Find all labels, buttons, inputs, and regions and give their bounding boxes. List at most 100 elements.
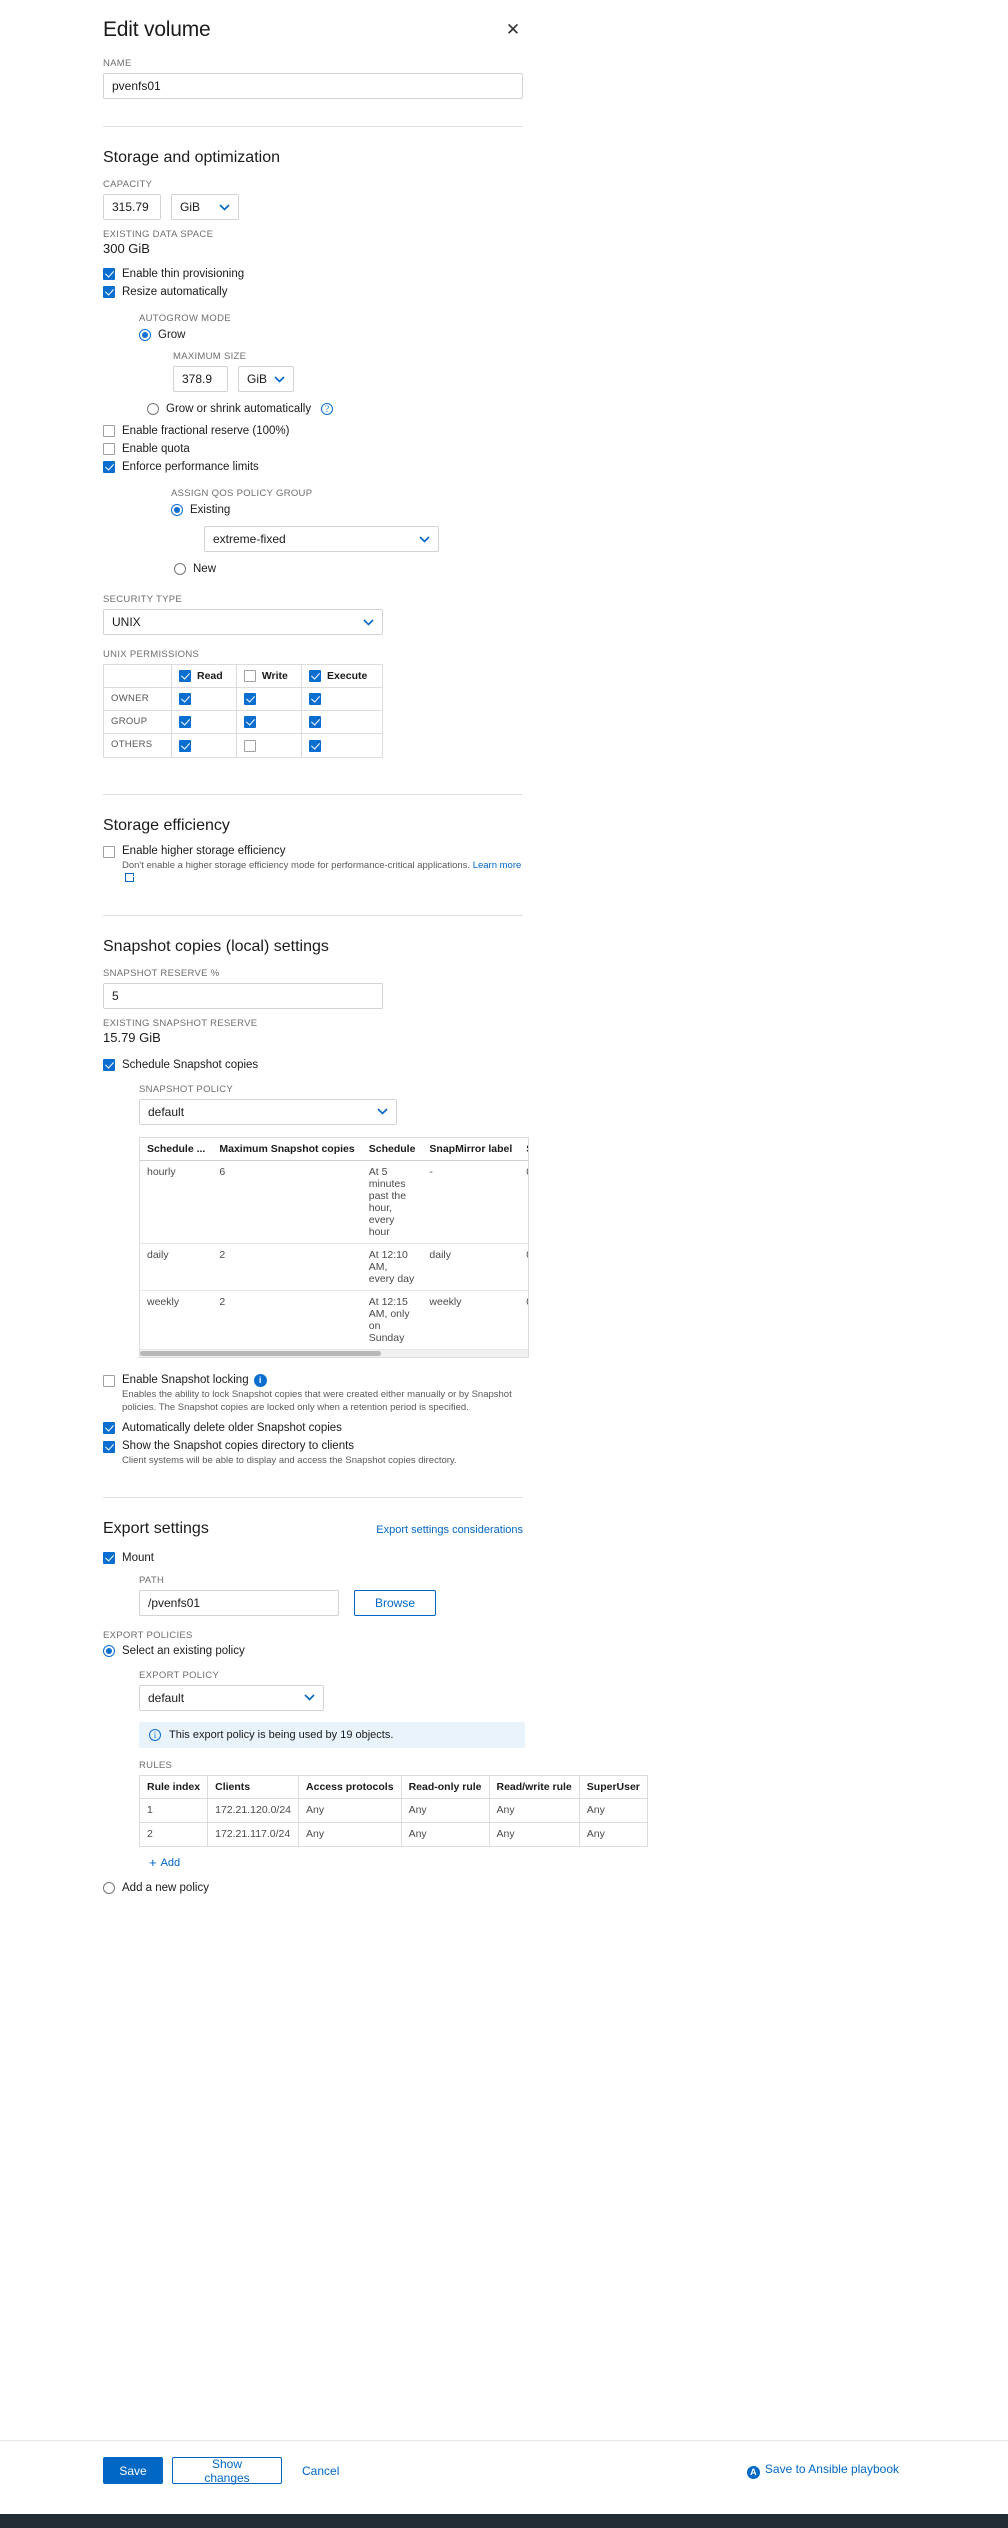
higher-efficiency-row[interactable]: Enable higher storage efficiency Don't e…: [103, 845, 523, 885]
table-header-row: Read Write Execute: [103, 664, 383, 688]
perm-group-execute-checkbox[interactable]: [309, 716, 322, 729]
perm-header-read-checkbox[interactable]: [179, 670, 191, 682]
perm-row-owner-label: OWNER: [103, 686, 172, 712]
cancel-button[interactable]: Cancel: [296, 2463, 345, 2479]
perm-group-read-cell[interactable]: [171, 710, 237, 735]
snapshot-reserve-input[interactable]: [103, 982, 383, 1009]
show-snapshot-dir-checkbox[interactable]: [103, 1440, 115, 1453]
rules-col-read-only: Read-only rule: [400, 1774, 490, 1799]
fractional-reserve-row[interactable]: Enable fractional reserve (100%): [103, 425, 523, 438]
rules-row0-clients: 172.21.120.0/24: [207, 1797, 300, 1823]
capacity-input[interactable]: [103, 194, 161, 220]
perm-col-execute[interactable]: Execute: [301, 664, 383, 688]
enable-quota-row[interactable]: Enable quota: [103, 443, 523, 456]
info-icon[interactable]: i: [253, 1373, 267, 1387]
show-changes-button[interactable]: Show changes: [172, 2457, 282, 2485]
browse-button[interactable]: Browse: [354, 1589, 437, 1616]
higher-efficiency-hint-text: Don't enable a higher storage efficiency…: [122, 859, 471, 871]
save-ansible-playbook-button[interactable]: A Save to Ansible playbook: [741, 2461, 905, 2480]
snap-row1-schedule: At 12:10 AM, every day: [361, 1243, 423, 1291]
grow-shrink-radio[interactable]: [147, 403, 159, 415]
snap-row2-snaplock: 0 second: [519, 1290, 528, 1350]
qos-new-radio-row[interactable]: New: [174, 563, 523, 576]
snapshot-locking-row[interactable]: Enable Snapshot locking i Enables the ab…: [103, 1373, 523, 1414]
perm-others-execute-checkbox[interactable]: [309, 739, 322, 752]
auto-delete-snapshot-checkbox[interactable]: [103, 1421, 115, 1434]
horizontal-scrollbar[interactable]: [140, 1349, 528, 1357]
resize-automatically-checkbox[interactable]: [103, 286, 115, 298]
enable-thin-provisioning-label: Enable thin provisioning: [122, 268, 245, 280]
volume-name-input[interactable]: [103, 73, 523, 99]
perm-group-write-checkbox[interactable]: [243, 716, 256, 729]
fractional-reserve-checkbox[interactable]: [103, 425, 115, 437]
performance-limits-row[interactable]: Enforce performance limits: [103, 461, 523, 474]
snap-col-max-copies: Maximum Snapshot copies: [212, 1137, 362, 1161]
security-type-select[interactable]: UNIX: [103, 609, 383, 635]
perm-col-read[interactable]: Read: [171, 664, 237, 688]
existing-policy-radio[interactable]: [103, 1644, 115, 1657]
mount-checkbox[interactable]: [103, 1551, 115, 1564]
export-considerations-link[interactable]: Export settings considerations: [376, 1524, 523, 1536]
show-snapshot-dir-row[interactable]: Show the Snapshot copies directory to cl…: [103, 1440, 523, 1467]
performance-limits-checkbox[interactable]: [103, 461, 115, 473]
perm-others-write-cell[interactable]: [235, 733, 303, 758]
export-rules-table: Rule index Clients Access protocols Read…: [138, 1774, 648, 1847]
perm-group-execute-cell[interactable]: [301, 710, 383, 735]
auto-delete-snapshot-row[interactable]: Automatically delete older Snapshot copi…: [103, 1421, 523, 1435]
perm-others-read-checkbox[interactable]: [179, 739, 191, 752]
perm-others-read-cell[interactable]: [171, 733, 237, 758]
perm-owner-execute-checkbox[interactable]: [309, 693, 322, 706]
snapshot-policy-label: SNAPSHOT POLICY: [139, 1083, 234, 1095]
qos-policy-select[interactable]: extreme-fixed: [204, 526, 439, 552]
maximum-size-unit-select[interactable]: GiB: [238, 366, 294, 392]
divider: [103, 793, 523, 795]
perm-header-execute-checkbox[interactable]: [309, 670, 322, 682]
higher-efficiency-checkbox[interactable]: [103, 845, 115, 858]
perm-others-write-checkbox[interactable]: [243, 739, 256, 752]
dialog-footer: Save Show changes Cancel A Save to Ansibl…: [0, 2440, 1008, 2528]
resize-automatically-row[interactable]: Resize automatically: [103, 286, 523, 299]
rules-row0-readwrite: Any: [488, 1797, 580, 1823]
perm-owner-read-cell[interactable]: [171, 686, 237, 712]
save-ansible-playbook-label: Save to Ansible playbook: [764, 2462, 899, 2476]
new-policy-radio[interactable]: [103, 1882, 115, 1895]
grow-radio[interactable]: [139, 329, 151, 341]
enable-quota-checkbox[interactable]: [103, 443, 115, 455]
snapshot-policy-select[interactable]: default: [139, 1098, 397, 1125]
qos-new-radio[interactable]: [174, 563, 186, 575]
schedule-snapshot-row[interactable]: Schedule Snapshot copies: [103, 1058, 523, 1072]
rules-row0-readonly: Any: [400, 1797, 490, 1823]
add-rule-button[interactable]: + Add: [149, 1856, 180, 1869]
learn-more-link[interactable]: Learn more: [473, 860, 522, 871]
grow-shrink-radio-row[interactable]: Grow or shrink automatically ?: [147, 403, 523, 416]
capacity-unit-select[interactable]: GiB: [171, 194, 239, 220]
qos-existing-radio[interactable]: [171, 504, 183, 516]
perm-owner-write-cell[interactable]: [235, 686, 303, 712]
perm-owner-write-checkbox[interactable]: [243, 693, 256, 706]
perm-group-write-cell[interactable]: [235, 710, 303, 735]
higher-efficiency-label: Enable higher storage efficiency: [122, 844, 286, 857]
maximum-size-input[interactable]: [173, 366, 228, 392]
mount-row[interactable]: Mount: [103, 1551, 523, 1565]
existing-policy-radio-row[interactable]: Select an existing policy: [103, 1644, 523, 1658]
export-policy-select[interactable]: default: [139, 1684, 324, 1711]
help-icon[interactable]: ?: [321, 403, 334, 415]
rules-row1-clients: 172.21.117.0/24: [207, 1821, 300, 1847]
close-icon[interactable]: ✕: [503, 20, 523, 40]
schedule-snapshot-checkbox[interactable]: [103, 1058, 115, 1071]
snapshot-locking-checkbox[interactable]: [103, 1374, 115, 1387]
perm-others-execute-cell[interactable]: [301, 733, 383, 758]
perm-header-write-checkbox[interactable]: [243, 670, 256, 682]
perm-col-write[interactable]: Write: [235, 664, 303, 688]
perm-owner-execute-cell[interactable]: [301, 686, 383, 712]
grow-radio-row[interactable]: Grow: [139, 329, 523, 342]
enable-thin-provisioning-checkbox[interactable]: [103, 268, 115, 280]
path-input[interactable]: [139, 1589, 339, 1616]
qos-existing-radio-row[interactable]: Existing: [171, 504, 523, 517]
snapshot-policy-value: default: [148, 1104, 185, 1119]
new-policy-radio-row[interactable]: Add a new policy: [103, 1882, 523, 1895]
enable-thin-provisioning-row[interactable]: Enable thin provisioning: [103, 268, 523, 281]
perm-group-read-checkbox[interactable]: [179, 716, 191, 729]
save-button[interactable]: Save: [103, 2457, 163, 2484]
perm-owner-read-checkbox[interactable]: [179, 693, 191, 706]
